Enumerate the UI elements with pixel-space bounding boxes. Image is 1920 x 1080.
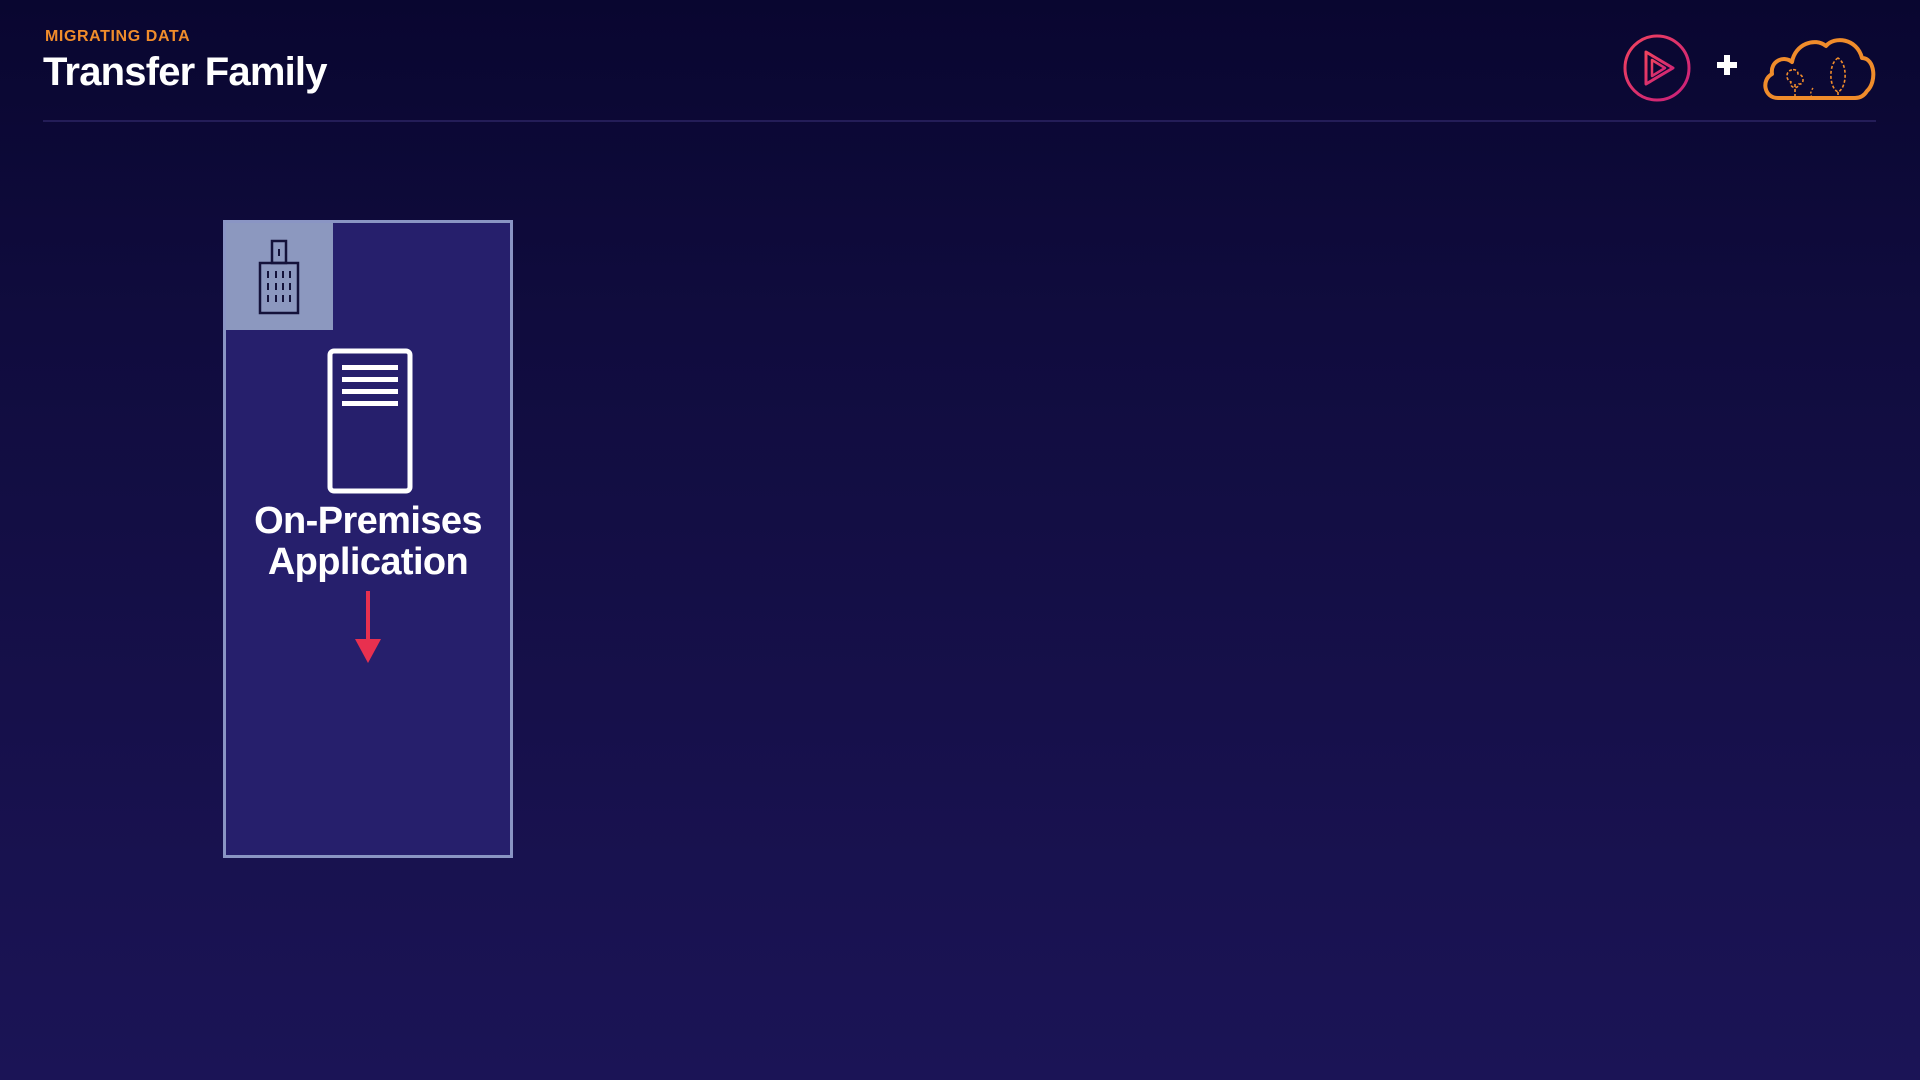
plus-icon xyxy=(1717,55,1737,75)
header-divider xyxy=(43,120,1876,122)
application-label: On-Premises Application xyxy=(226,501,510,583)
building-tab xyxy=(226,223,333,330)
server-icon xyxy=(327,348,413,494)
application-label-line2: Application xyxy=(267,541,469,583)
arrow-down-icon xyxy=(355,591,381,663)
cloud-trees-icon xyxy=(1763,38,1876,100)
application-label-line1: On-Premises xyxy=(254,500,482,542)
section-eyebrow: MIGRATING DATA xyxy=(45,28,191,45)
building-icon xyxy=(258,239,300,315)
play-circle-icon xyxy=(1623,34,1691,102)
on-premises-container: On-Premises Application xyxy=(223,220,513,858)
page-title: Transfer Family xyxy=(43,50,327,94)
